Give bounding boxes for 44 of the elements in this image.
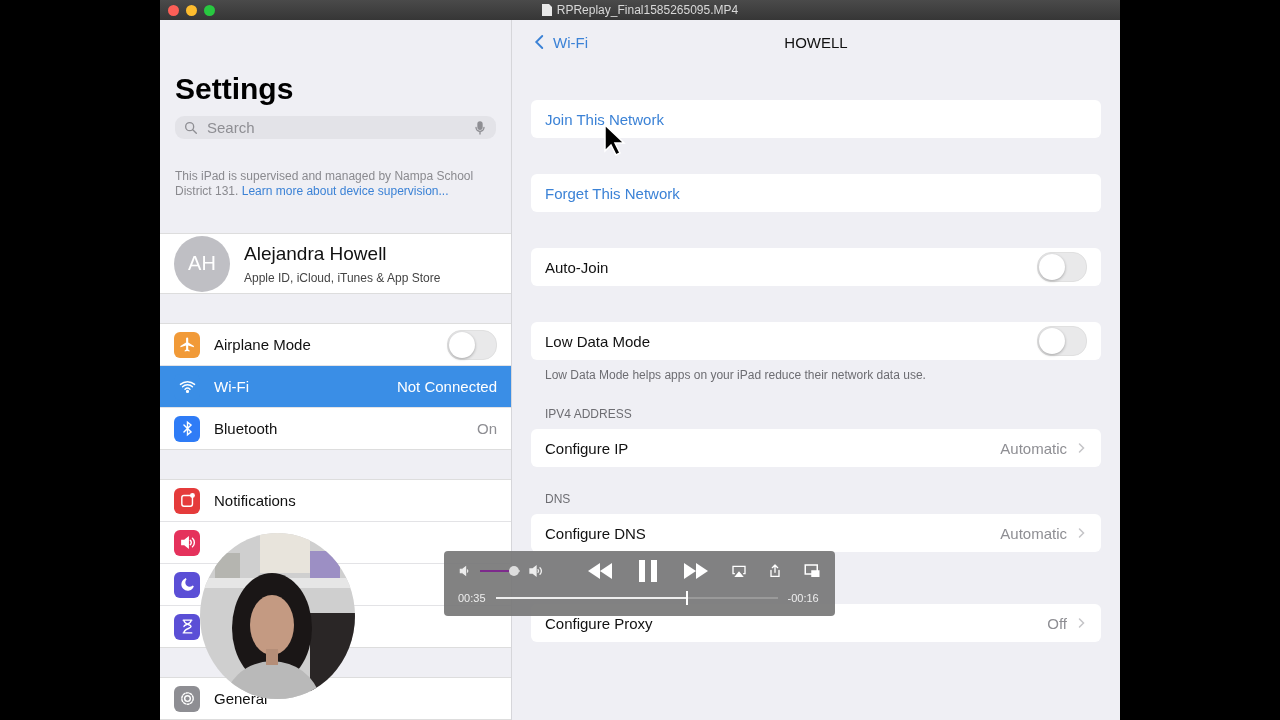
profile-subtitle: Apple ID, iCloud, iTunes & App Store bbox=[244, 270, 441, 285]
window-title: RPReplay_Final1585265095.MP4 bbox=[556, 3, 739, 17]
supervision-link[interactable]: Learn more about device supervision... bbox=[241, 184, 449, 199]
fast-forward-button[interactable] bbox=[683, 560, 708, 582]
moon-icon bbox=[174, 571, 200, 598]
minimize-button[interactable] bbox=[186, 4, 197, 16]
volume-high-icon bbox=[528, 563, 544, 579]
page-title: HOWELL bbox=[784, 33, 848, 51]
action-row[interactable]: Forget This Network bbox=[531, 174, 1101, 212]
microphone-icon bbox=[472, 119, 488, 136]
remaining-time: -00:16 bbox=[787, 592, 819, 604]
profile-card[interactable]: AH Alejandra Howell Apple ID, iCloud, iTunes & App Store bbox=[160, 233, 511, 294]
setting-label: Auto-Join bbox=[545, 258, 610, 276]
action-row[interactable]: Join This Network bbox=[531, 100, 1101, 138]
setting-row[interactable]: Configure IP Automatic bbox=[531, 429, 1101, 467]
pause-button[interactable] bbox=[637, 560, 658, 582]
hourglass-icon bbox=[174, 613, 200, 640]
airplane-icon bbox=[174, 331, 200, 358]
search-icon bbox=[183, 119, 199, 136]
speaker-icon bbox=[174, 529, 200, 556]
setting-label: Low Data Mode bbox=[545, 332, 652, 350]
notifications-icon bbox=[174, 487, 200, 514]
search-field[interactable]: Search bbox=[175, 116, 496, 140]
section-header: DNS bbox=[544, 492, 572, 508]
zoom-button[interactable] bbox=[204, 4, 215, 16]
section-footer: Low Data Mode helps apps on your iPad reduce their network data use. bbox=[531, 360, 1101, 382]
avatar: AH bbox=[174, 235, 230, 292]
rewind-button[interactable] bbox=[587, 560, 612, 582]
sidebar-title: Settings bbox=[175, 72, 295, 106]
close-button[interactable] bbox=[168, 4, 179, 16]
picture-in-picture-button[interactable] bbox=[803, 562, 821, 580]
document-icon bbox=[541, 4, 552, 16]
search-input[interactable]: Search bbox=[205, 118, 466, 138]
toggle-switch[interactable] bbox=[1037, 252, 1087, 282]
gear-icon bbox=[174, 685, 200, 712]
toggle-switch[interactable] bbox=[1037, 326, 1087, 356]
elapsed-time: 00:35 bbox=[458, 592, 486, 604]
section-header: IPV4 ADDRESS bbox=[544, 407, 633, 423]
supervision-note: This iPad is supervised and managed by Nampa School District 131. Learn more about device supervision... bbox=[175, 169, 475, 200]
bluetooth-icon bbox=[174, 415, 200, 442]
toggle-switch[interactable] bbox=[447, 329, 497, 360]
setting-row[interactable]: Configure DNS Automatic bbox=[531, 514, 1101, 552]
share-button[interactable] bbox=[767, 562, 783, 580]
profile-name: Alejandra Howell bbox=[244, 242, 388, 265]
